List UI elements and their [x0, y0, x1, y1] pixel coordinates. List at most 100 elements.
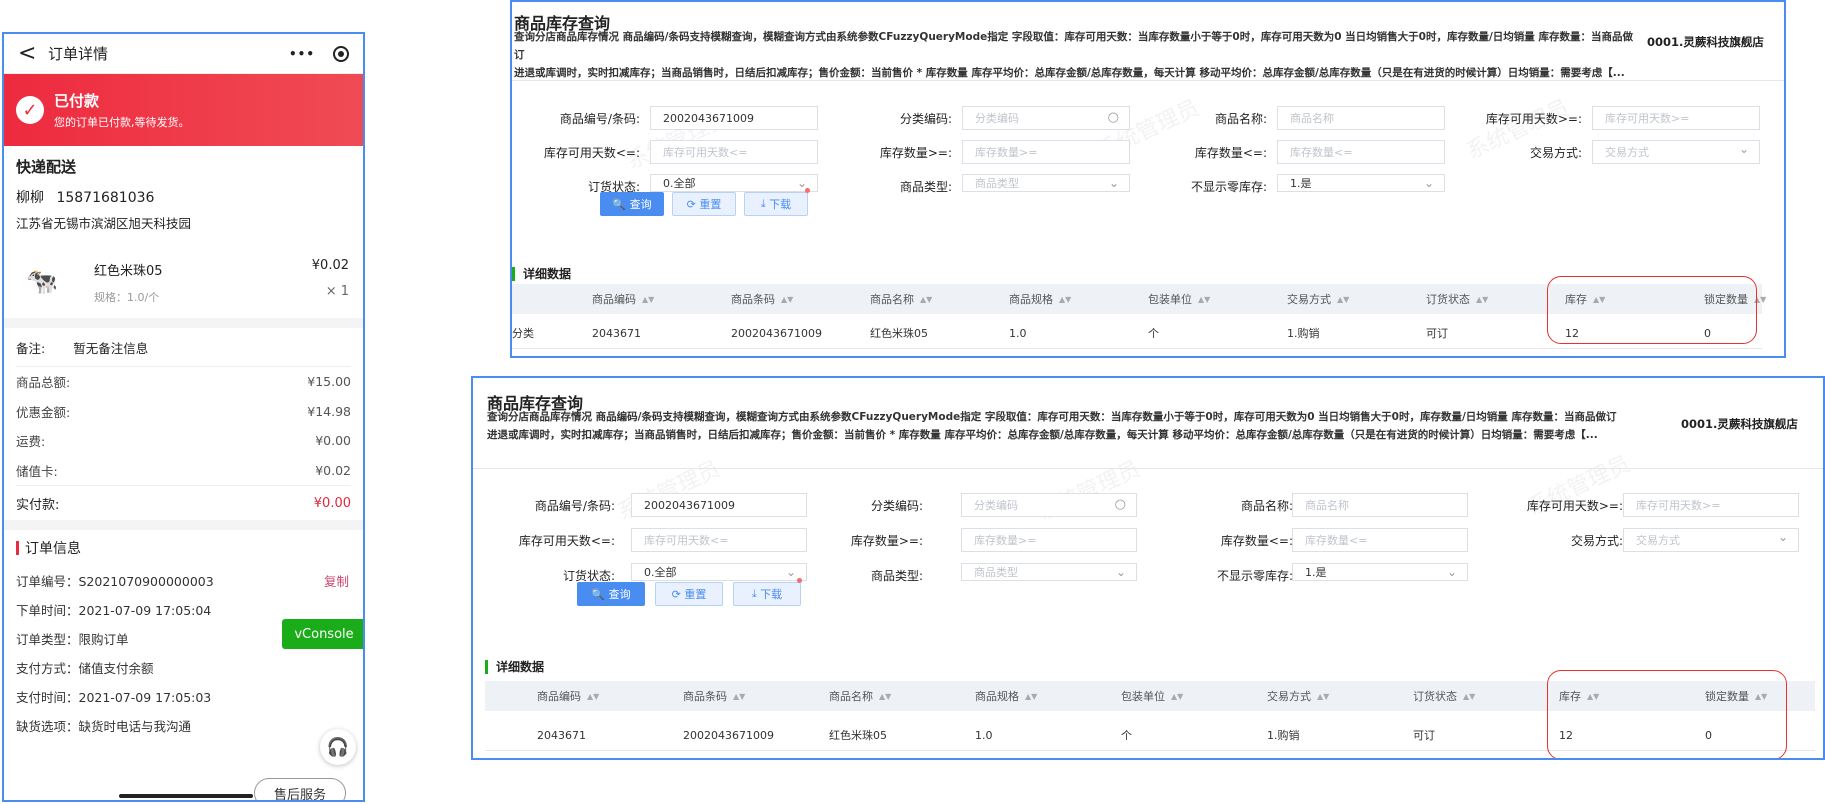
cell: 1.购销 [1267, 729, 1300, 742]
download-button[interactable]: ⤓ 下载 [744, 192, 808, 216]
order-status-select[interactable]: 0.全部 [650, 174, 818, 192]
paid-value: ¥0.00 [313, 495, 351, 511]
days-ge-label: 库存可用天数>=: [1485, 112, 1582, 126]
vconsole-button[interactable]: vConsole [282, 619, 363, 649]
col-header[interactable]: 订货状态 ▲▼ [1413, 681, 1475, 711]
name-label: 商品名称: [1214, 112, 1267, 126]
close-target-icon[interactable] [333, 46, 349, 62]
days-ge-input[interactable]: 库存可用天数>= [1623, 493, 1799, 517]
note-value: 暂无备注信息 [73, 340, 149, 356]
trade-label: 交易方式: [1570, 534, 1623, 548]
sort-icon[interactable]: ▲▼ [1198, 295, 1210, 304]
category-label: 分类编码: [870, 499, 923, 513]
type-select[interactable]: 商品类型 [961, 563, 1137, 581]
sort-icon[interactable]: ▲▼ [1025, 692, 1037, 701]
col-label: 包装单位 [1148, 293, 1192, 306]
sort-icon[interactable]: ▲▼ [920, 295, 932, 304]
inventory-query-panel-2: 系统管理员 系统管理员 系统管理员 商品库存查询 查询分店商品库存情况 商品编码… [471, 376, 1825, 760]
col-header[interactable]: 商品编码 ▲▼ [537, 681, 599, 711]
back-icon[interactable]: < [18, 41, 40, 66]
sort-icon[interactable]: ▲▼ [1476, 295, 1488, 304]
detail-title: 详细数据 [485, 658, 544, 675]
sort-icon[interactable]: ▲▼ [781, 295, 793, 304]
headset-icon[interactable]: 🎧 [320, 729, 356, 765]
notification-dot [805, 188, 810, 193]
code-input[interactable]: 2002043671009 [650, 106, 818, 130]
days-le-label: 库存可用天数<=: [543, 146, 640, 160]
sort-icon[interactable]: ▲▼ [1337, 295, 1349, 304]
row-divider [512, 348, 1762, 349]
note-row: 备注: 暂无备注信息 [4, 328, 363, 366]
order-time: 下单时间：2021-07-09 17:05:04 [16, 603, 212, 618]
trade-select[interactable]: 交易方式 [1623, 528, 1799, 552]
col-header[interactable]: 交易方式 ▲▼ [1267, 681, 1329, 711]
reset-button[interactable]: ⟳ 重置 [672, 192, 736, 216]
qty-ge-input[interactable]: 库存数量>= [962, 140, 1130, 164]
after-sale-button[interactable]: 售后服务 [254, 778, 346, 800]
stockout-option: 缺货选项：缺货时电话与我沟通 [16, 719, 192, 734]
category-input[interactable]: 分类编码 [962, 106, 1130, 130]
desc-line: 进退或库调时，实时扣减库存；当商品销售时，日结后扣减库存；售价金额：当前售价 *… [487, 429, 1598, 441]
more-icon[interactable]: ••• [289, 47, 315, 61]
col-header[interactable]: 订货状态 ▲▼ [1426, 284, 1488, 314]
reset-button[interactable]: ⟳ 重置 [655, 582, 723, 606]
refresh-icon: ⟳ [671, 587, 685, 601]
days-le-label: 库存可用天数<=: [518, 534, 615, 548]
desc-line: 查询分店商品库存情况 商品编码/条码支持模糊查询，模糊查询方式由系统参数CFuz… [487, 411, 1617, 423]
col-header[interactable]: 商品条码 ▲▼ [683, 681, 745, 711]
col-header[interactable]: 商品名称 ▲▼ [829, 681, 891, 711]
sort-icon[interactable]: ▲▼ [1317, 692, 1329, 701]
trade-select[interactable]: 交易方式 [1592, 140, 1760, 164]
row-prefix: 分类 [512, 327, 534, 340]
col-header[interactable]: 交易方式 ▲▼ [1287, 284, 1349, 314]
code-label: 商品编号/条码: [559, 112, 640, 126]
qty-ge-input[interactable]: 库存数量>= [961, 528, 1137, 552]
sort-icon[interactable]: ▲▼ [1463, 692, 1475, 701]
product-qty: × 1 [325, 284, 349, 299]
product-spec: 规格：1.0/个 [94, 291, 160, 304]
copy-button[interactable]: 复制 [324, 571, 349, 590]
product-price: ¥0.02 [311, 258, 349, 273]
cell: 2043671 [592, 326, 641, 340]
sort-icon[interactable]: ▲▼ [642, 295, 654, 304]
col-label: 商品规格 [975, 690, 1019, 703]
zero-stock-select[interactable]: 1.是 [1277, 174, 1445, 192]
sort-icon[interactable]: ▲▼ [587, 692, 599, 701]
type-select[interactable]: 商品类型 [962, 174, 1130, 192]
sort-icon[interactable]: ▲▼ [1171, 692, 1183, 701]
qty-le-input[interactable]: 库存数量<= [1277, 140, 1445, 164]
amount-label: 储值卡: [16, 463, 58, 479]
query-button[interactable]: 🔍 查询 [600, 192, 664, 216]
col-label: 交易方式 [1267, 690, 1311, 703]
amount-value: ¥0.02 [315, 462, 351, 478]
sort-icon[interactable]: ▲▼ [733, 692, 745, 701]
order-number-row: 订单编号：S2021070900000003 复制 [4, 566, 363, 595]
name-input[interactable]: 商品名称 [1292, 493, 1468, 517]
sort-icon[interactable]: ▲▼ [1059, 295, 1071, 304]
name-input[interactable]: 商品名称 [1277, 106, 1445, 130]
store-name: 0001.灵蕨科技旗舰店 [1681, 417, 1798, 431]
qty-le-input[interactable]: 库存数量<= [1292, 528, 1468, 552]
col-header[interactable]: 商品名称 ▲▼ [870, 284, 932, 314]
col-header[interactable]: 包装单位 ▲▼ [1121, 681, 1183, 711]
col-header[interactable]: 商品规格 ▲▼ [1009, 284, 1071, 314]
days-ge-input[interactable]: 库存可用天数>= [1592, 106, 1760, 130]
col-header[interactable]: 商品规格 ▲▼ [975, 681, 1037, 711]
order-type: 订单类型：限购订单 [16, 632, 129, 647]
col-label: 订货状态 [1426, 293, 1470, 306]
order-info-title: 订单信息 [4, 530, 363, 566]
amount-value: ¥15.00 [307, 374, 351, 390]
note-label: 备注: [16, 340, 46, 356]
query-button[interactable]: 🔍 查询 [577, 582, 645, 606]
zero-stock-label: 不显示零库存: [1216, 569, 1293, 583]
col-header[interactable]: 商品编码 ▲▼ [592, 284, 654, 314]
col-header[interactable]: 包装单位 ▲▼ [1148, 284, 1210, 314]
col-label: 商品名称 [829, 690, 873, 703]
col-header[interactable]: 商品条码 ▲▼ [731, 284, 793, 314]
product-item[interactable]: 🐄 红色米珠05 规格：1.0/个 ¥0.02 × 1 [4, 242, 363, 318]
category-input[interactable]: 分类编码 [961, 493, 1137, 517]
days-le-input[interactable]: 库存可用天数<= [650, 140, 818, 164]
download-button[interactable]: ⤓ 下载 [733, 582, 801, 606]
zero-stock-select[interactable]: 1.是 [1292, 563, 1468, 581]
sort-icon[interactable]: ▲▼ [879, 692, 891, 701]
